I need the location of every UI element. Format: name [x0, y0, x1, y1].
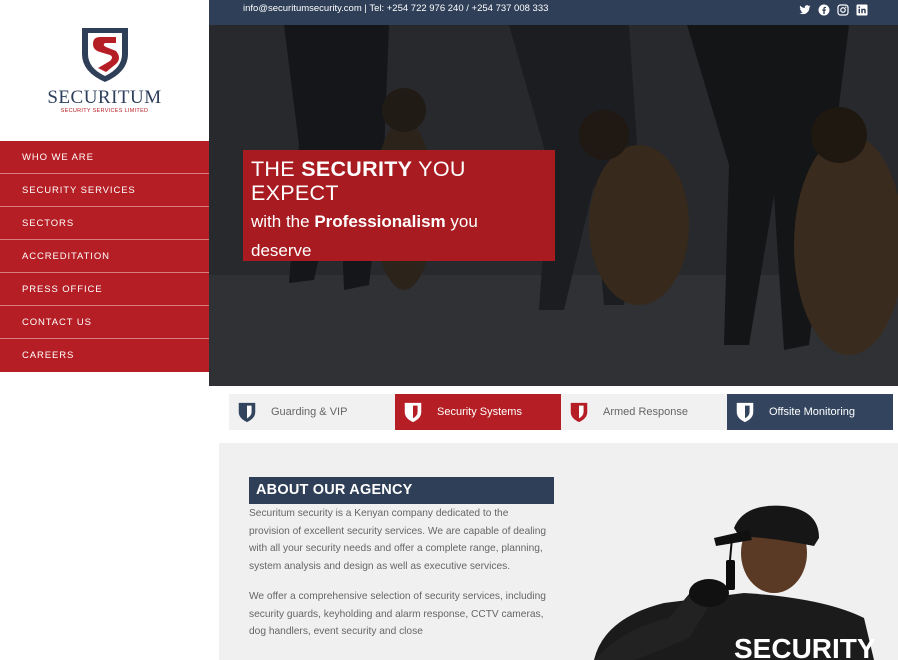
nav-item-sectors[interactable]: SECTORS: [0, 207, 209, 240]
tab-label: Security Systems: [437, 406, 522, 418]
nav-item-security-services[interactable]: SECURITY SERVICES: [0, 174, 209, 207]
tab-security-systems[interactable]: Security Systems: [395, 394, 561, 430]
hero-subline-post: you: [445, 212, 478, 231]
tab-offsite-monitoring[interactable]: Offsite Monitoring: [727, 394, 893, 430]
top-bar: info@securitumsecurity.com | Tel: +254 7…: [209, 0, 898, 25]
about-heading: ABOUT OUR AGENCY: [249, 477, 554, 504]
tab-label: Offsite Monitoring: [769, 406, 856, 418]
service-tabs: Guarding & VIP Security Systems Armed Re…: [219, 387, 898, 443]
about-section: ABOUT OUR AGENCY Securitum security is a…: [219, 443, 898, 660]
nav-item-press-office[interactable]: PRESS OFFICE: [0, 273, 209, 306]
tab-guarding-vip[interactable]: Guarding & VIP: [229, 394, 395, 430]
tab-label: Guarding & VIP: [271, 406, 348, 418]
tab-label: Armed Response: [603, 406, 688, 418]
nav-item-accreditation[interactable]: ACCREDITATION: [0, 240, 209, 273]
shield-logo-icon: [81, 28, 128, 82]
main-nav: WHO WE ARE SECURITY SERVICES SECTORS ACC…: [0, 141, 209, 372]
facebook-icon[interactable]: [818, 3, 830, 16]
tab-armed-response[interactable]: Armed Response: [561, 394, 727, 430]
hero-subline: with the Professionalism you: [251, 207, 547, 237]
nav-item-who-we-are[interactable]: WHO WE ARE: [0, 141, 209, 174]
shield-icon: [736, 402, 754, 423]
linkedin-icon[interactable]: [856, 3, 868, 16]
hero-subline-pre: with the: [251, 212, 315, 231]
hero-subline-bold: Professionalism: [314, 212, 446, 231]
nav-item-contact-us[interactable]: CONTACT US: [0, 306, 209, 339]
twitter-icon[interactable]: [799, 3, 811, 15]
hero-banner: THE SECURITY YOU EXPECT with the Profess…: [209, 25, 898, 386]
hero-headline-bold: SECURITY: [301, 157, 413, 181]
instagram-icon[interactable]: [837, 3, 849, 16]
shield-icon: [404, 402, 422, 423]
shield-icon: [570, 402, 588, 423]
about-body: Securitum security is a Kenyan company d…: [249, 505, 549, 641]
nav-item-careers[interactable]: CAREERS: [0, 339, 209, 372]
hero-subline-end: deserve: [251, 241, 312, 260]
shield-icon: [238, 402, 256, 423]
about-paragraph: Securitum security is a Kenyan company d…: [249, 508, 547, 572]
contact-info[interactable]: info@securitumsecurity.com | Tel: +254 7…: [243, 0, 548, 18]
security-guard-image: SECURITY: [594, 505, 876, 660]
about-paragraph: We offer a comprehensive selection of se…: [249, 591, 546, 637]
hero-tagline-box: THE SECURITY YOU EXPECT with the Profess…: [243, 150, 555, 261]
social-links: [799, 3, 868, 16]
sidebar: SECURITUM SECURITY SERVICES LIMITED WHO …: [0, 0, 209, 660]
logo-tagline: SECURITY SERVICES LIMITED: [60, 108, 149, 114]
hero-headline: THE SECURITY YOU EXPECT: [251, 157, 547, 205]
shirt-text: SECURITY: [734, 633, 876, 660]
logo[interactable]: SECURITUM SECURITY SERVICES LIMITED: [0, 24, 209, 124]
hero-headline-pre: THE: [251, 157, 302, 181]
logo-name: SECURITUM: [47, 87, 162, 108]
